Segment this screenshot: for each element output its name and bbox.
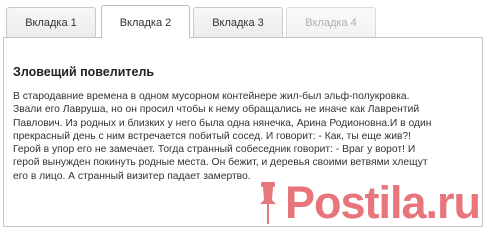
watermark: Postila.ru [256, 173, 481, 233]
tab-3[interactable]: Вкладка 3 [193, 7, 283, 37]
tabs-widget: Вкладка 1 Вкладка 2 Вкладка 3 Вкладка 4 … [0, 0, 486, 237]
tab-4-disabled: Вкладка 4 [286, 7, 376, 37]
postila-pin-icon [259, 182, 276, 224]
text-line: В стародавние времена в одном мусорном к… [13, 91, 410, 102]
text-line: герой вынужден покинуть родные места. Он… [13, 157, 428, 169]
panel-text: В стародавние времена в одном мусорном к… [13, 90, 475, 183]
text-line: прекрасный день с ним встречается побиты… [13, 130, 412, 142]
text-line: Павлович. Из родных и близких у него был… [13, 117, 432, 129]
watermark-text: Postila.ru [284, 177, 481, 228]
tab-bar: Вкладка 1 Вкладка 2 Вкладка 3 Вкладка 4 [0, 0, 486, 38]
tab-2-active[interactable]: Вкладка 2 [101, 5, 190, 38]
tab-1[interactable]: Вкладка 1 [6, 7, 96, 37]
text-line: Звали его Лавруша, но он просил чтобы к … [13, 104, 420, 116]
text-line: Герой в упор его не замечает. Тогда стра… [13, 144, 416, 156]
panel-title: Зловещий повелитель [13, 65, 155, 79]
